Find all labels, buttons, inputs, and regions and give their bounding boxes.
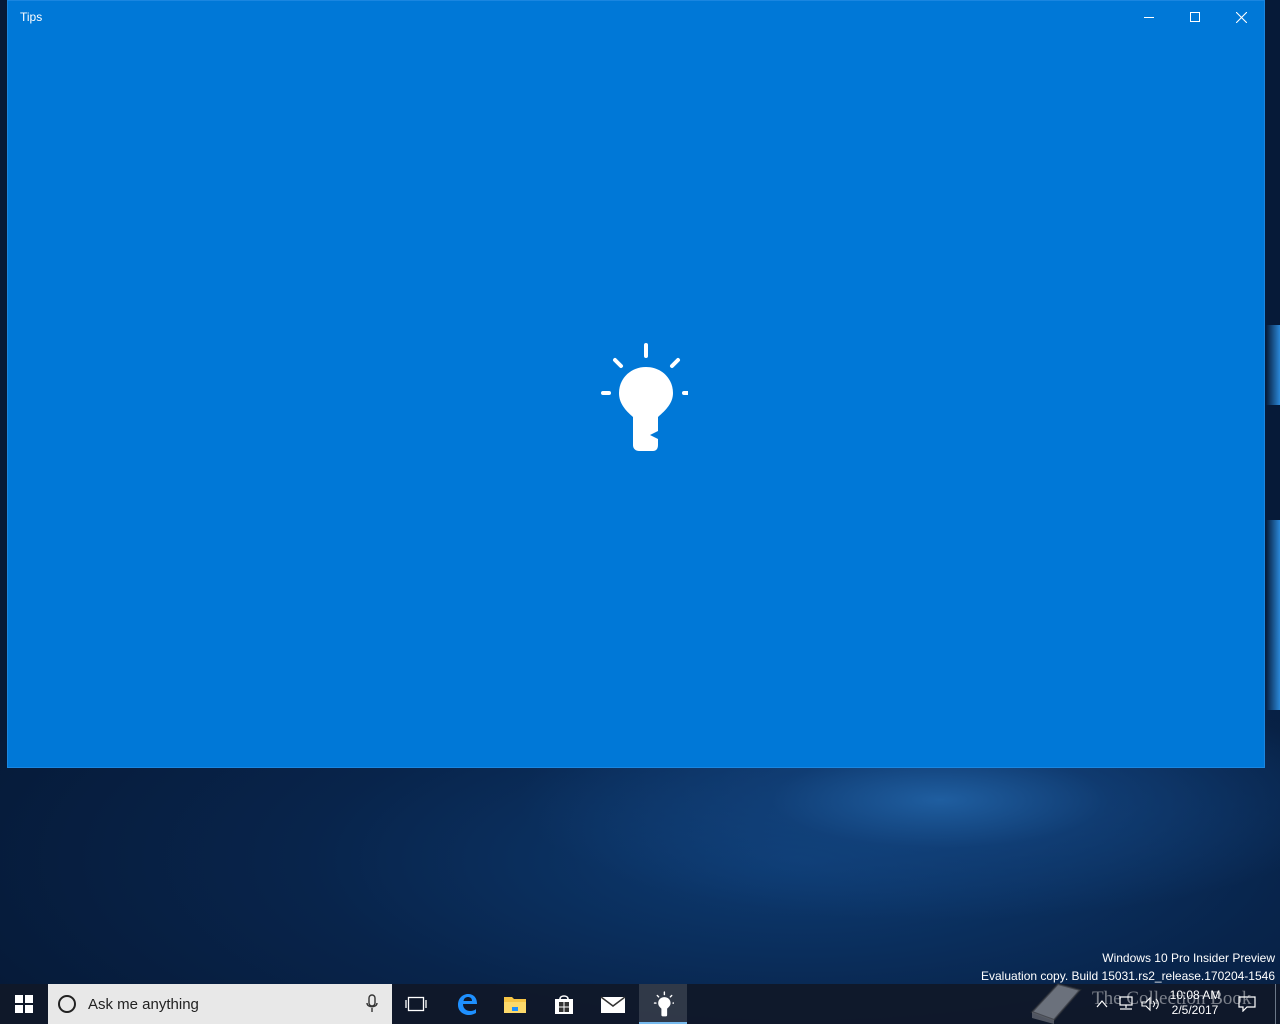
- file-explorer-button[interactable]: [491, 984, 539, 1024]
- minimize-button[interactable]: [1126, 1, 1172, 33]
- windows-logo-icon: [15, 995, 33, 1013]
- mail-icon: [600, 996, 626, 1013]
- task-view-icon: [405, 996, 427, 1012]
- search-placeholder: Ask me anything: [88, 996, 199, 1013]
- edge-button[interactable]: [443, 984, 491, 1024]
- start-button[interactable]: [0, 984, 48, 1024]
- collection-logo-text: The Collection Book: [1092, 988, 1252, 1009]
- desktop-wallpaper-streak: [1266, 325, 1280, 405]
- search-box[interactable]: Ask me anything: [48, 984, 392, 1024]
- task-view-button[interactable]: [392, 984, 440, 1024]
- lightbulb-icon: [601, 343, 688, 451]
- store-button[interactable]: [540, 984, 588, 1024]
- tips-button[interactable]: [639, 984, 687, 1024]
- edge-icon: [458, 994, 477, 1015]
- title-bar[interactable]: Tips: [8, 1, 1264, 33]
- window-title: Tips: [20, 10, 43, 24]
- book-logo-icon: [1030, 982, 1082, 1024]
- build-watermark-line2: Evaluation copy. Build 15031.rs2_release…: [981, 969, 1275, 983]
- build-watermark-line1: Windows 10 Pro Insider Preview: [1102, 951, 1275, 965]
- lightbulb-icon: [653, 991, 674, 1017]
- store-icon: [555, 995, 573, 1014]
- microphone-icon[interactable]: [366, 994, 378, 1014]
- maximize-button[interactable]: [1172, 1, 1218, 33]
- tips-window: Tips: [7, 0, 1265, 768]
- mail-button[interactable]: [589, 984, 637, 1024]
- close-icon: [1235, 11, 1247, 23]
- show-desktop-button[interactable]: [1275, 984, 1280, 1024]
- taskbar: Ask me anything 10:08 AM 2/5/2017: [0, 984, 1280, 1024]
- cortana-icon: [58, 995, 76, 1013]
- maximize-icon: [1190, 12, 1200, 22]
- close-button[interactable]: [1218, 1, 1264, 33]
- desktop-wallpaper-streak: [1266, 520, 1280, 710]
- minimize-icon: [1144, 17, 1154, 18]
- folder-icon: [504, 997, 526, 1013]
